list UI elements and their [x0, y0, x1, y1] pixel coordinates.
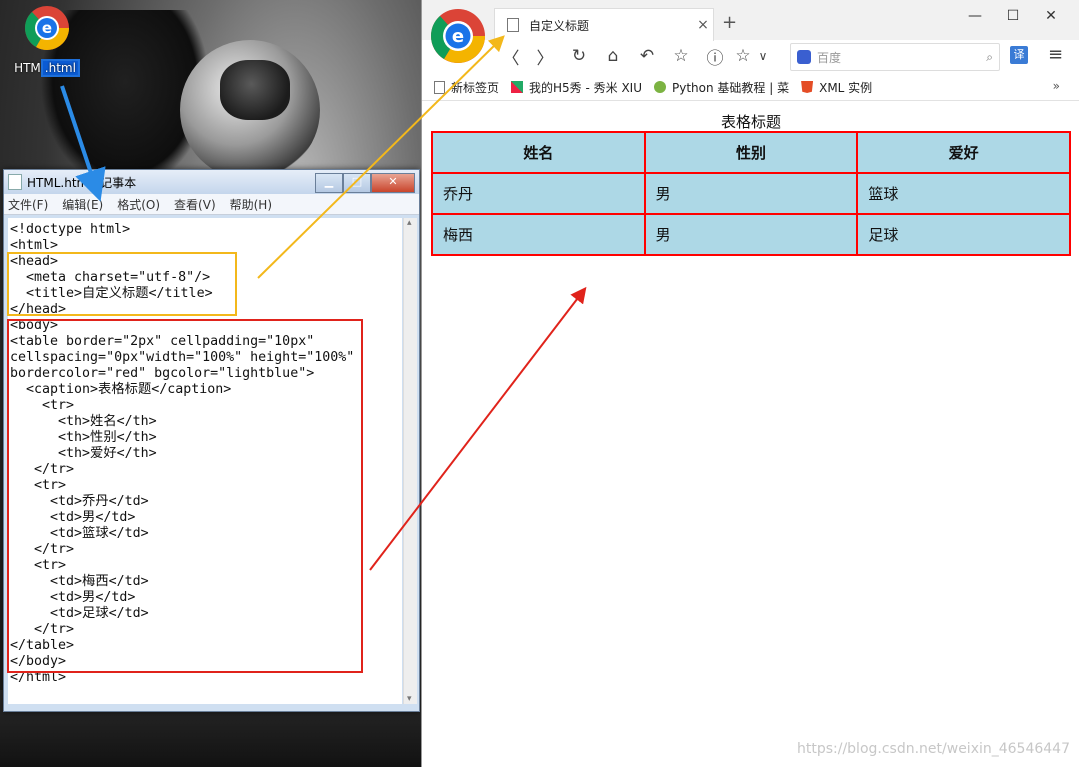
browser-window[interactable]: 自定义标题 × + — ☐ ✕ e 〈 〉 ↻ ⌂ ↶ ☆ ⓘ ☆ ∨ 百度 ⌕…	[421, 0, 1079, 767]
window-controls: — ☐ ✕	[956, 8, 1070, 24]
notepad-titlebar[interactable]: HTML.htm - 记事本 ▁ □ ✕	[4, 170, 419, 194]
forward-icon[interactable]: 〉	[528, 44, 562, 69]
table-cell: 足球	[856, 213, 1071, 256]
table-caption: 表格标题	[720, 113, 781, 131]
menu-format[interactable]: 格式(O)	[117, 196, 160, 213]
ie-browser-logo-icon: e	[25, 6, 69, 50]
site-info-icon[interactable]: ⓘ	[698, 44, 732, 69]
tab-strip: 自定义标题 × + — ☐ ✕	[422, 0, 1079, 41]
table-header-cell: 姓名	[431, 131, 646, 174]
desktop-icon-label: HTM .html	[8, 59, 86, 77]
search-input[interactable]: 百度 ⌕	[790, 43, 1000, 71]
xiumi-icon	[511, 81, 524, 93]
new-tab-button[interactable]: +	[722, 12, 737, 33]
bookmark-item[interactable]: XML 实例	[801, 79, 872, 96]
watermark: https://blog.csdn.net/weixin_46546447	[796, 741, 1070, 757]
table-cell: 男	[643, 213, 859, 256]
selected-filename: .html	[40, 59, 80, 77]
runoob-icon	[654, 81, 666, 93]
bookmarks-bar: 新标签页 我的H5秀 - 秀米 XIU Python 基础教程 | 菜 XML …	[422, 74, 1079, 101]
table-cell: 乔丹	[431, 172, 646, 215]
search-engine-label: 百度	[817, 50, 842, 65]
home-icon[interactable]: ⌂	[596, 46, 630, 66]
favorite-star-icon[interactable]: ☆	[732, 46, 754, 66]
notepad-icon	[8, 174, 22, 190]
table-cell: 梅西	[431, 213, 646, 256]
reload-icon[interactable]: ↻	[562, 46, 596, 66]
page-icon	[507, 18, 519, 32]
bookmark-item[interactable]: Python 基础教程 | 菜	[654, 79, 789, 96]
translate-icon[interactable]: 译	[1010, 46, 1028, 64]
notepad-title: HTML.htm - 记事本	[27, 175, 137, 190]
body-highlight-box	[7, 319, 363, 673]
search-icon[interactable]: ⌕	[986, 50, 993, 65]
window-maximize-button[interactable]: ☐	[994, 8, 1032, 24]
wallpaper-figure	[220, 60, 290, 120]
menu-view[interactable]: 查看(V)	[174, 196, 216, 213]
notepad-menubar: 文件(F) 编辑(E) 格式(O) 查看(V) 帮助(H)	[4, 194, 419, 215]
undo-icon[interactable]: ↶	[630, 46, 664, 66]
head-highlight-box	[7, 252, 237, 316]
bookmark-star-icon[interactable]: ☆	[664, 46, 698, 66]
window-minimize-button[interactable]: —	[956, 8, 994, 24]
page-icon	[434, 80, 445, 94]
desktop-html-file-icon[interactable]: e HTM .html	[8, 5, 86, 77]
tab-active[interactable]: 自定义标题 ×	[494, 8, 714, 41]
table-header-cell: 性别	[643, 131, 859, 174]
table-row: 乔丹 男 篮球	[431, 172, 1071, 215]
menu-file[interactable]: 文件(F)	[8, 196, 48, 213]
menu-icon[interactable]: ≡	[1048, 44, 1063, 65]
chevron-down-icon[interactable]: ∨	[754, 49, 772, 63]
baidu-paw-icon	[797, 50, 811, 64]
tab-title: 自定义标题	[529, 18, 590, 33]
menu-edit[interactable]: 编辑(E)	[62, 196, 103, 213]
svg-text:e: e	[42, 19, 52, 37]
bookmarks-more-icon[interactable]: »	[1053, 79, 1060, 93]
tab-close-icon[interactable]: ×	[693, 17, 713, 33]
table-cell: 篮球	[856, 172, 1071, 215]
menu-help[interactable]: 帮助(H)	[230, 196, 272, 213]
maximize-button[interactable]: □	[343, 173, 371, 193]
table-header-row: 姓名 性别 爱好	[431, 131, 1071, 174]
rendered-table: 姓名 性别 爱好 乔丹 男 篮球 梅西 男 足球	[431, 131, 1071, 256]
notepad-scrollbar[interactable]	[403, 218, 417, 704]
back-icon[interactable]: 〈	[494, 44, 528, 69]
bookmark-item[interactable]: 新标签页	[434, 79, 499, 96]
window-close-button[interactable]: ✕	[1032, 8, 1070, 24]
bookmark-item[interactable]: 我的H5秀 - 秀米 XIU	[511, 79, 642, 96]
table-header-cell: 爱好	[856, 131, 1071, 174]
page-content: 表格标题 姓名 性别 爱好 乔丹 男 篮球 梅西 男 足球 https://bl…	[422, 104, 1079, 767]
close-button[interactable]: ✕	[371, 173, 415, 193]
html5-icon	[801, 81, 814, 93]
table-row: 梅西 男 足球	[431, 213, 1071, 256]
minimize-button[interactable]: ▁	[315, 173, 343, 193]
table-cell: 男	[643, 172, 859, 215]
